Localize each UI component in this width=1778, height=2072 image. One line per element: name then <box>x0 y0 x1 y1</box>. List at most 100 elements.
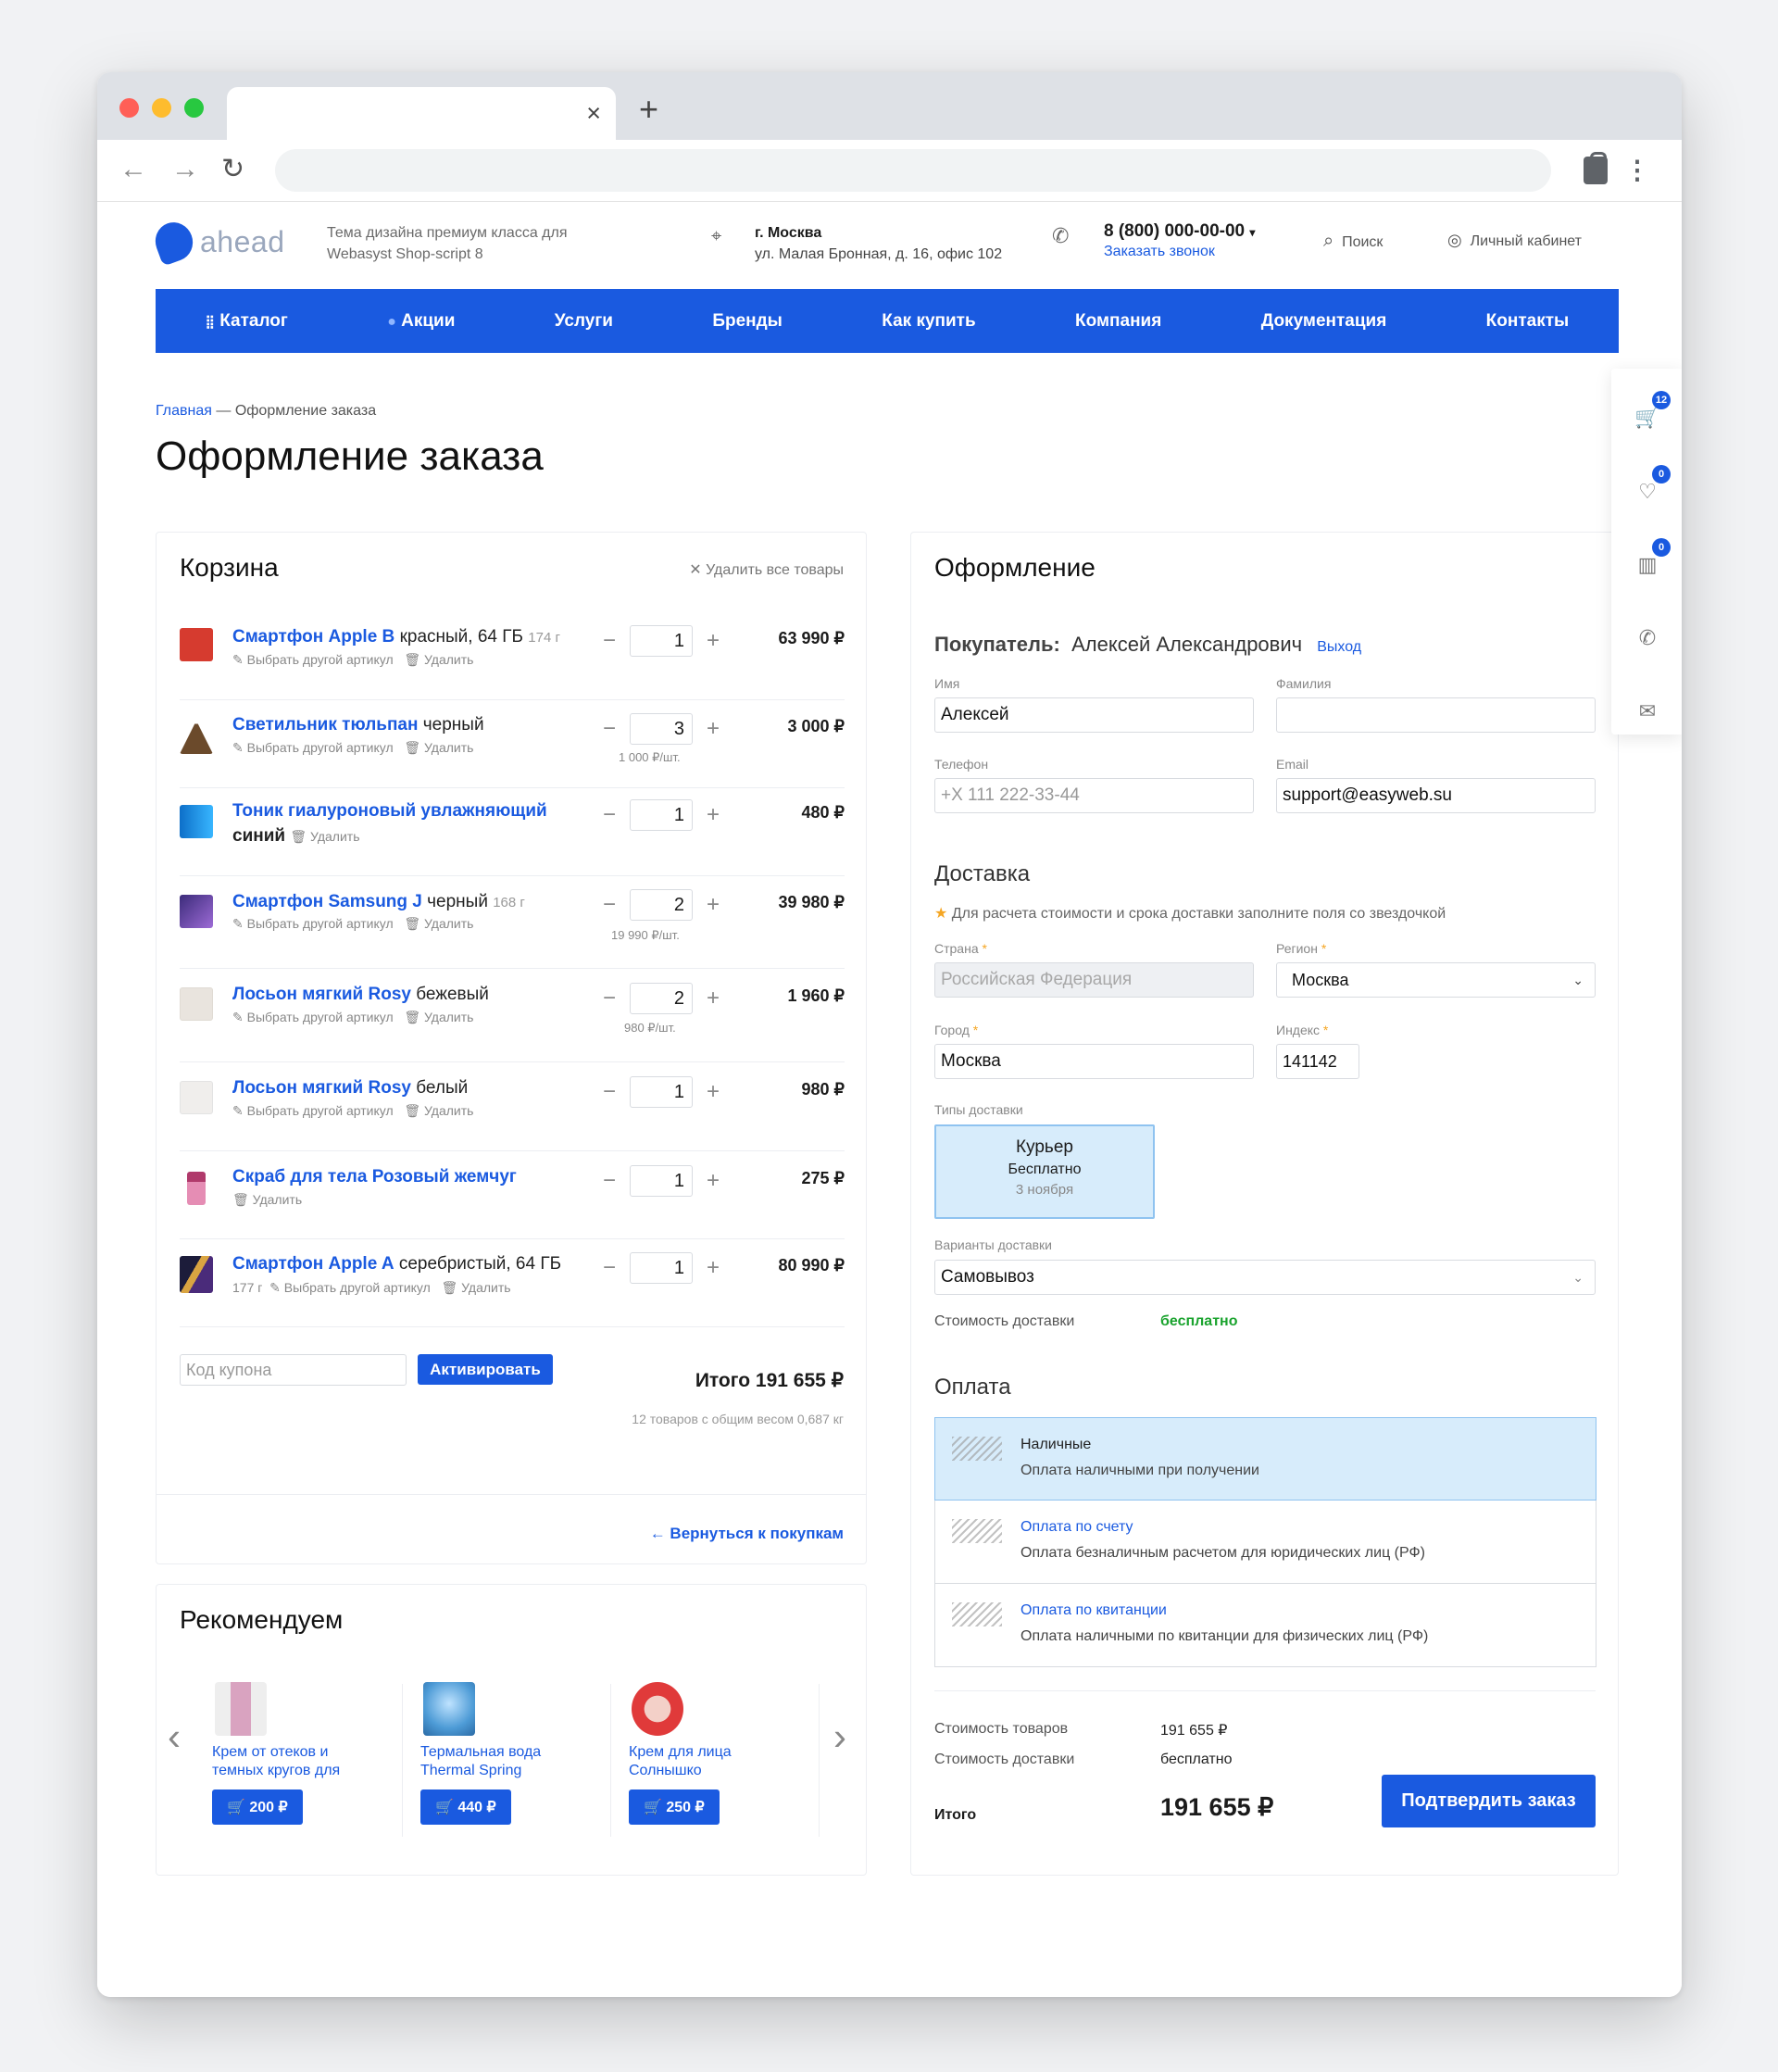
carousel-next-icon[interactable]: › <box>833 1717 846 1756</box>
remove-link[interactable]: Удалить <box>424 652 473 667</box>
maximize-window-button[interactable] <box>184 98 204 118</box>
nav-contacts[interactable]: Контакты <box>1486 311 1570 332</box>
product-link[interactable]: Термальная вода Thermal Spring <box>420 1743 569 1784</box>
last-name-field[interactable] <box>1276 697 1596 733</box>
reload-icon[interactable]: ↻ <box>221 153 244 186</box>
decrease-button[interactable]: − <box>596 628 622 654</box>
remove-link[interactable]: Удалить <box>424 916 473 931</box>
product-thumbnail[interactable] <box>180 895 213 928</box>
quantity-input[interactable]: 3 <box>630 713 693 745</box>
choose-variant-link[interactable]: Выбрать другой артикул <box>247 1010 394 1024</box>
phone-icon[interactable]: ✆ <box>1634 624 1661 652</box>
product-thumbnail[interactable] <box>180 721 213 754</box>
increase-button[interactable]: + <box>700 892 726 918</box>
add-to-cart-button[interactable]: 🛒 200 ₽ <box>212 1789 303 1825</box>
choose-variant-link[interactable]: Выбрать другой артикул <box>247 916 394 931</box>
product-thumbnail[interactable] <box>180 987 213 1021</box>
payment-option-cash[interactable]: Наличные Оплата наличными при получении <box>934 1417 1596 1501</box>
account-link[interactable]: ◎ Личный кабинет <box>1447 231 1582 250</box>
country-field[interactable]: Российская Федерация <box>934 962 1254 998</box>
product-link[interactable]: Смартфон Apple B <box>232 627 394 647</box>
remove-link[interactable]: Удалить <box>253 1192 302 1207</box>
product-image[interactable] <box>632 1682 683 1736</box>
choose-variant-link[interactable]: Выбрать другой артикул <box>247 740 394 755</box>
nav-promotions[interactable]: ● Акции <box>387 311 455 332</box>
product-image[interactable] <box>215 1682 267 1736</box>
city-field[interactable]: Москва <box>934 1044 1254 1079</box>
nav-services[interactable]: Услуги <box>555 311 613 332</box>
product-link[interactable]: Лосьон мягкий Rosy <box>232 1078 411 1098</box>
choose-variant-link[interactable]: Выбрать другой артикул <box>284 1280 431 1295</box>
remove-link[interactable]: Удалить <box>424 740 473 755</box>
quantity-input[interactable]: 1 <box>630 799 693 831</box>
quantity-input[interactable]: 1 <box>630 1165 693 1197</box>
callback-link[interactable]: Заказать звонок <box>1104 244 1215 260</box>
nav-documentation[interactable]: Документация <box>1261 311 1387 332</box>
remove-link[interactable]: Удалить <box>310 829 359 844</box>
product-link[interactable]: Светильник тюльпан <box>232 715 418 735</box>
remove-link[interactable]: Удалить <box>424 1010 473 1024</box>
close-window-button[interactable] <box>119 98 139 118</box>
remove-link[interactable]: Удалить <box>461 1280 510 1295</box>
product-image[interactable] <box>423 1682 475 1736</box>
clear-cart-button[interactable]: ✕ Удалить все товары <box>689 560 844 579</box>
carousel-prev-icon[interactable]: ‹ <box>168 1717 181 1756</box>
product-thumbnail[interactable] <box>180 1081 213 1114</box>
back-to-shopping-link[interactable]: ← Вернуться к покупкам <box>650 1525 844 1543</box>
tab-close-icon[interactable]: × <box>586 99 601 127</box>
nav-catalog[interactable]: ⣿ Каталог <box>206 311 288 332</box>
increase-button[interactable]: + <box>700 716 726 742</box>
product-link[interactable]: Лосьон мягкий Rosy <box>232 985 411 1004</box>
browser-tab[interactable]: × <box>227 87 616 140</box>
product-link[interactable]: Смартфон Apple A <box>232 1254 394 1274</box>
region-select[interactable]: Москва ⌄ <box>1276 962 1596 998</box>
nav-company[interactable]: Компания <box>1075 311 1161 332</box>
phone-number[interactable]: 8 (800) 000-00-00 ▾ <box>1104 220 1255 245</box>
product-link[interactable]: Скраб для тела Розовый жемчуг <box>232 1167 517 1187</box>
increase-button[interactable]: + <box>700 1079 726 1105</box>
forward-arrow-icon[interactable]: → <box>171 153 199 186</box>
confirm-order-button[interactable]: Подтвердить заказ <box>1382 1775 1596 1827</box>
first-name-field[interactable]: Алексей <box>934 697 1254 733</box>
decrease-button[interactable]: − <box>596 892 622 918</box>
nav-how-to-buy[interactable]: Как купить <box>882 311 975 332</box>
breadcrumb-home[interactable]: Главная <box>156 403 212 419</box>
nav-brands[interactable]: Бренды <box>712 311 783 332</box>
minimize-window-button[interactable] <box>152 98 171 118</box>
decrease-button[interactable]: − <box>596 986 622 1011</box>
quantity-input[interactable]: 2 <box>630 983 693 1014</box>
add-to-cart-button[interactable]: 🛒 440 ₽ <box>420 1789 511 1825</box>
browser-menu-icon[interactable]: ⋮ <box>1624 157 1650 184</box>
decrease-button[interactable]: − <box>596 1255 622 1281</box>
quantity-input[interactable]: 1 <box>630 1076 693 1108</box>
product-thumbnail[interactable] <box>180 805 213 838</box>
quantity-input[interactable]: 1 <box>630 625 693 657</box>
product-link[interactable]: Смартфон Samsung J <box>232 892 422 911</box>
choose-variant-link[interactable]: Выбрать другой артикул <box>247 652 394 667</box>
increase-button[interactable]: + <box>700 986 726 1011</box>
quantity-input[interactable]: 2 <box>630 889 693 921</box>
search-button[interactable]: ⌕ Поиск <box>1323 231 1383 252</box>
decrease-button[interactable]: − <box>596 716 622 742</box>
compare-icon[interactable]: ▥ 0 <box>1634 538 1671 579</box>
activate-coupon-button[interactable]: Активировать <box>418 1354 553 1385</box>
increase-button[interactable]: + <box>700 1168 726 1194</box>
cart-icon[interactable]: 🛒 12 <box>1634 391 1671 432</box>
product-thumbnail[interactable] <box>180 1256 213 1293</box>
phone-field[interactable]: +X 111 222-33-44 <box>934 778 1254 813</box>
decrease-button[interactable]: − <box>596 1168 622 1194</box>
remove-link[interactable]: Удалить <box>424 1103 473 1118</box>
payment-option-invoice[interactable]: Оплата по счету Оплата безналичным расче… <box>934 1501 1596 1584</box>
decrease-button[interactable]: − <box>596 802 622 828</box>
delivery-variant-select[interactable]: Самовывоз ⌄ <box>934 1260 1596 1295</box>
payment-option-receipt[interactable]: Оплата по квитанции Оплата наличными по … <box>934 1584 1596 1667</box>
mail-icon[interactable]: ✉ <box>1634 697 1661 725</box>
add-to-cart-button[interactable]: 🛒 250 ₽ <box>629 1789 720 1825</box>
email-field[interactable]: support@easyweb.su <box>1276 778 1596 813</box>
site-logo[interactable]: ahead <box>150 217 284 267</box>
product-link[interactable]: Крем для лица Солнышко <box>629 1743 777 1784</box>
product-thumbnail[interactable] <box>180 628 213 661</box>
decrease-button[interactable]: − <box>596 1079 622 1105</box>
product-thumbnail[interactable] <box>187 1172 206 1205</box>
product-link[interactable]: Тоник гиалуроновый увлажняющий <box>232 801 547 821</box>
